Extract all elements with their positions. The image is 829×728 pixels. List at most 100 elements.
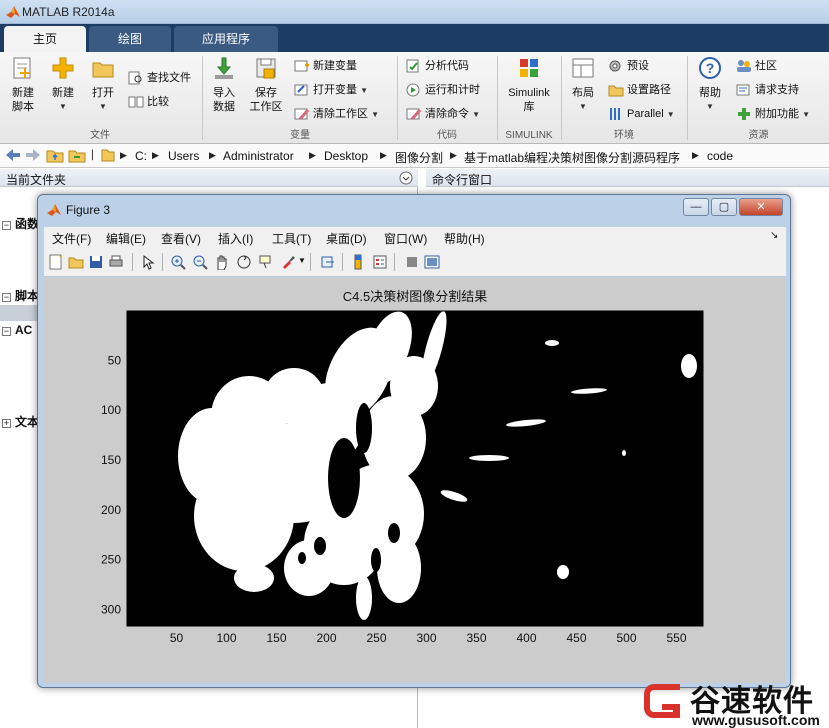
- preferences-button[interactable]: 预设: [608, 56, 649, 76]
- segmentation-plot: C4.5决策树图像分割结果 50 100 150 200 250 300 350…: [101, 289, 704, 645]
- group-label-file: 文件: [90, 130, 110, 141]
- menu-desktop[interactable]: 桌面(D): [326, 230, 367, 247]
- new-variable-button[interactable]: 新建变量: [294, 56, 357, 76]
- tab-home[interactable]: 主页: [4, 26, 86, 52]
- mask-region: [284, 540, 334, 596]
- clear-workspace-button[interactable]: 清除工作区 ▼: [294, 104, 379, 124]
- menu-insert[interactable]: 插入(I): [218, 230, 253, 247]
- menu-file[interactable]: 文件(F): [52, 230, 91, 247]
- x-tick-label: 50: [170, 631, 184, 645]
- parallel-button[interactable]: Parallel ▼: [608, 104, 675, 124]
- layout-icon: [572, 58, 594, 78]
- add-ons-caret: ▼: [802, 110, 810, 119]
- simulink-library-icon: [520, 59, 538, 77]
- menu-tools[interactable]: 工具(T): [272, 230, 311, 247]
- section-ac[interactable]: − AC: [2, 323, 32, 337]
- breadcrumb-project[interactable]: 基于matlab编程决策树图像分割源码程序: [464, 149, 680, 166]
- forward-arrow-icon[interactable]: [24, 147, 42, 163]
- save-workspace-button[interactable]: 保存 工作区: [246, 56, 286, 114]
- compare-button[interactable]: 比较: [128, 92, 169, 112]
- figure-canvas[interactable]: C4.5决策树图像分割结果 50 100 150 200 250 300 350…: [44, 278, 786, 683]
- minimize-button[interactable]: —: [683, 198, 709, 216]
- legend-icon[interactable]: [372, 254, 388, 270]
- breadcrumb-code[interactable]: code: [707, 149, 733, 163]
- group-label-environment: 环境: [614, 130, 634, 141]
- request-support-button[interactable]: 请求支持: [736, 80, 799, 100]
- ribbon-separator: [497, 56, 498, 140]
- analyze-code-button[interactable]: 分析代码: [406, 56, 469, 76]
- mask-blob: [681, 354, 697, 378]
- pointer-icon[interactable]: [140, 254, 156, 270]
- open-variable-label: 打开变量: [313, 84, 357, 96]
- open-button[interactable]: 打开 ▼: [86, 56, 120, 114]
- figure-window[interactable]: Figure 3 — ▢ ✕ 文件(F) 编辑(E) 查看(V) 插入(I) 工…: [37, 194, 791, 688]
- simulink-library-button[interactable]: Simulink 库: [502, 56, 556, 114]
- analyze-code-label: 分析代码: [425, 60, 469, 72]
- x-tick-label: 550: [666, 631, 686, 645]
- section-scripts[interactable]: − 脚本: [2, 287, 39, 304]
- zoom-out-icon[interactable]: [192, 254, 208, 270]
- open-variable-button[interactable]: 打开变量 ▼: [294, 80, 368, 100]
- menu-window[interactable]: 窗口(W): [384, 230, 427, 247]
- import-data-label-2: 数据: [213, 101, 235, 113]
- breadcrumb-users[interactable]: Users: [168, 149, 199, 163]
- clear-commands-button[interactable]: 清除命令 ▼: [406, 104, 480, 124]
- link-plot-icon[interactable]: [320, 254, 336, 270]
- panel-menu-icon[interactable]: [399, 171, 413, 185]
- y-tick-label: 200: [101, 503, 121, 517]
- pan-hand-icon[interactable]: [214, 254, 230, 270]
- mask-blob: [545, 340, 559, 346]
- mask-region: [234, 564, 274, 592]
- breadcrumb-desktop[interactable]: Desktop: [324, 149, 368, 163]
- colorbar-icon[interactable]: [350, 254, 366, 270]
- new-figure-icon[interactable]: [48, 254, 64, 270]
- clear-commands-label: 清除命令: [425, 108, 469, 120]
- run-and-time-button[interactable]: 运行和计时: [406, 80, 480, 100]
- breadcrumb-drive[interactable]: C:: [135, 149, 147, 163]
- menu-view[interactable]: 查看(V): [161, 230, 201, 247]
- clear-commands-caret: ▼: [472, 110, 480, 119]
- new-button[interactable]: 新建 ▼: [46, 56, 80, 114]
- set-path-button[interactable]: 设置路径: [608, 80, 671, 100]
- section-text[interactable]: + 文本: [2, 413, 39, 430]
- save-figure-icon[interactable]: [88, 254, 104, 270]
- browse-folder-icon[interactable]: [68, 147, 86, 163]
- find-files-button[interactable]: 查找文件: [128, 68, 191, 88]
- hide-plot-tools-icon[interactable]: [404, 254, 420, 270]
- command-window-header: 命令行窗口: [426, 169, 829, 187]
- up-folder-icon[interactable]: [46, 147, 64, 163]
- window-title: MATLAB R2014a: [22, 5, 115, 19]
- close-button[interactable]: ✕: [739, 198, 783, 216]
- mask-hole: [298, 552, 306, 564]
- breadcrumb-administrator[interactable]: Administrator: [223, 149, 294, 163]
- layout-button[interactable]: 布局 ▼: [566, 56, 600, 114]
- show-plot-tools-icon[interactable]: [424, 254, 440, 270]
- maximize-button[interactable]: ▢: [711, 198, 737, 216]
- community-button[interactable]: 社区: [736, 56, 777, 76]
- breadcrumb-image-seg[interactable]: 图像分割: [395, 149, 443, 166]
- x-tick-label: 300: [416, 631, 436, 645]
- help-label: 帮助: [699, 87, 721, 99]
- zoom-in-icon[interactable]: [170, 254, 186, 270]
- new-script-button[interactable]: 新建 脚本: [6, 56, 40, 114]
- matlab-logo-icon: [6, 6, 20, 18]
- import-data-button[interactable]: 导入 数据: [208, 56, 240, 114]
- folder-path-icon: [608, 85, 624, 97]
- help-button[interactable]: ? 帮助 ▼: [694, 56, 726, 114]
- tab-plots[interactable]: 绘图: [89, 26, 171, 52]
- rotate-3d-icon[interactable]: [236, 254, 252, 270]
- tab-apps[interactable]: 应用程序: [174, 26, 278, 52]
- add-ons-button[interactable]: 附加功能 ▼: [736, 104, 810, 124]
- brush-icon[interactable]: [280, 254, 296, 270]
- section-functions[interactable]: − 函数: [2, 215, 39, 232]
- menu-help[interactable]: 帮助(H): [444, 230, 485, 247]
- brush-dropdown-caret[interactable]: ▼: [298, 256, 306, 265]
- data-cursor-icon[interactable]: [258, 254, 274, 270]
- print-figure-icon[interactable]: [108, 254, 124, 270]
- x-tick-label: 100: [216, 631, 236, 645]
- back-arrow-icon[interactable]: [4, 147, 22, 163]
- selected-row-highlight: [0, 305, 40, 321]
- menu-dock-arrow-icon[interactable]: ↘: [770, 230, 778, 241]
- menu-edit[interactable]: 编辑(E): [106, 230, 146, 247]
- open-file-icon[interactable]: [68, 254, 84, 270]
